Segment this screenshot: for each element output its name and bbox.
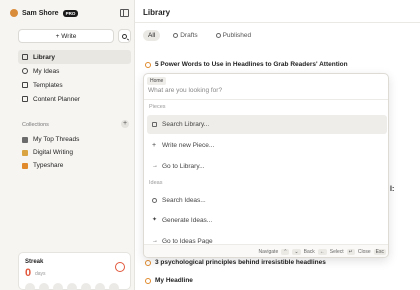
collections-header: Collections <box>22 122 49 128</box>
footer-close-label: Close <box>357 249 371 255</box>
back-key: ← <box>317 249 327 255</box>
sparkle-icon: ✦ <box>152 217 158 223</box>
esc-key[interactable]: Esc <box>373 249 386 255</box>
piece-status-icon <box>145 277 151 284</box>
streak-days <box>25 283 119 290</box>
user-name: Sam Shore <box>22 9 59 17</box>
section-label-ideas: Ideas <box>149 180 163 186</box>
divider <box>144 99 388 100</box>
library-piece[interactable]: My Headline <box>145 277 193 284</box>
collection-item-my-top-threads[interactable]: My Top Threads <box>18 133 131 146</box>
command-generate-ideas[interactable]: ✦ Generate Ideas... <box>147 211 387 230</box>
collection-item-digital-writing[interactable]: Digital Writing <box>18 146 131 159</box>
command-label: Write new Piece... <box>162 142 215 149</box>
published-icon <box>215 33 221 38</box>
piece-status-icon <box>145 61 151 68</box>
collections-list: My Top Threads Digital Writing Typeshare <box>18 133 131 172</box>
footer-navigate-label: Navigate <box>258 249 279 255</box>
write-button[interactable]: + Write <box>18 29 114 43</box>
piece-status-icon <box>145 259 151 266</box>
command-label: Search Ideas... <box>162 197 206 204</box>
day-dot <box>53 283 63 290</box>
sidebar-item-library[interactable]: Library <box>18 50 131 64</box>
collection-icon <box>22 136 28 143</box>
lightbulb-icon <box>22 68 28 74</box>
streak-value: 0 <box>25 267 32 279</box>
avatar <box>10 9 18 17</box>
search-button[interactable] <box>118 29 131 43</box>
collection-icon <box>22 149 28 156</box>
tab-published[interactable]: Published <box>211 30 257 41</box>
sidebar: Sam Shore PRO + Write Library My Ideas T… <box>0 0 135 290</box>
plus-icon: + <box>152 142 157 149</box>
section-label-pieces: Pieces <box>149 104 166 110</box>
sidebar-item-my-ideas[interactable]: My Ideas <box>18 64 131 78</box>
arrow-right-icon: → <box>152 163 158 169</box>
day-dot <box>67 283 77 290</box>
streak-unit: days <box>35 271 46 277</box>
day-dot <box>81 283 91 290</box>
footer-back-label: Back <box>303 249 315 255</box>
draft-icon <box>173 33 179 38</box>
piece-title: 3 psychological principles behind irresi… <box>155 259 326 266</box>
sidebar-item-label: Library <box>33 53 56 61</box>
collection-label: Typeshare <box>33 162 64 169</box>
sidebar-nav: Library My Ideas Templates Content Plann… <box>18 50 131 106</box>
sidebar-item-label: Content Planner <box>33 95 80 103</box>
command-write-new-piece[interactable]: + Write new Piece... <box>147 136 387 155</box>
command-label: Search Library... <box>162 121 210 128</box>
calendar-icon <box>22 96 28 102</box>
templates-icon <box>22 82 28 88</box>
footer-select-label: Select <box>329 249 344 255</box>
add-collection-button[interactable]: + <box>121 120 129 128</box>
command-palette: Home What are you looking for? Pieces Se… <box>143 73 389 258</box>
library-icon <box>22 54 28 60</box>
lightbulb-icon <box>152 198 157 203</box>
collection-label: My Top Threads <box>33 136 80 143</box>
streak-label: Streak <box>25 259 44 265</box>
filter-tabs: All Drafts Published <box>143 30 256 41</box>
search-icon <box>122 33 127 39</box>
sidebar-item-label: My Ideas <box>33 67 60 75</box>
command-palette-footer: Navigate ⌃ ⌄ Back ← Select ↵ Close Esc <box>144 244 388 257</box>
library-piece[interactable]: 5 Power Words to Use in Headlines to Gra… <box>145 61 348 68</box>
collection-item-typeshare[interactable]: Typeshare <box>18 159 131 172</box>
tab-label: Drafts <box>180 32 198 39</box>
tab-label: Published <box>222 32 252 39</box>
command-label: Go to Library... <box>162 163 205 170</box>
user-menu[interactable]: Sam Shore PRO <box>10 8 79 18</box>
collection-label: Digital Writing <box>33 149 73 156</box>
enter-key: ↵ <box>346 249 355 255</box>
obscured-text: l: <box>390 186 395 193</box>
context-chip: Home <box>147 77 167 85</box>
command-go-to-library[interactable]: → Go to Library... <box>147 157 387 176</box>
command-search-ideas[interactable]: Search Ideas... <box>147 191 387 210</box>
header-divider <box>135 22 420 23</box>
piece-title: 5 Power Words to Use in Headlines to Gra… <box>155 61 348 68</box>
tab-drafts[interactable]: Drafts <box>168 30 202 41</box>
flame-icon <box>115 262 125 272</box>
page-title: Library <box>143 8 171 17</box>
pro-badge: PRO <box>62 9 79 17</box>
sidebar-collapse-icon[interactable] <box>120 9 129 17</box>
piece-title: My Headline <box>155 277 193 284</box>
arrow-up-key-icon: ⌃ <box>281 249 290 255</box>
command-search-input[interactable]: What are you looking for? <box>148 87 222 94</box>
command-search-library[interactable]: Search Library... <box>147 115 387 134</box>
day-dot <box>95 283 105 290</box>
sidebar-item-content-planner[interactable]: Content Planner <box>18 92 131 106</box>
library-piece[interactable]: 3 psychological principles behind irresi… <box>145 259 326 266</box>
arrow-down-key-icon: ⌄ <box>292 249 301 255</box>
sidebar-item-label: Templates <box>33 81 63 89</box>
day-dot <box>39 283 49 290</box>
sidebar-item-templates[interactable]: Templates <box>18 78 131 92</box>
tab-all[interactable]: All <box>143 30 161 41</box>
day-dot <box>25 283 35 290</box>
pencil-icon <box>22 162 28 169</box>
day-dot <box>109 283 119 290</box>
library-icon <box>152 122 157 127</box>
command-label: Generate Ideas... <box>162 217 213 224</box>
streak-card: Streak 0 days <box>18 252 131 290</box>
